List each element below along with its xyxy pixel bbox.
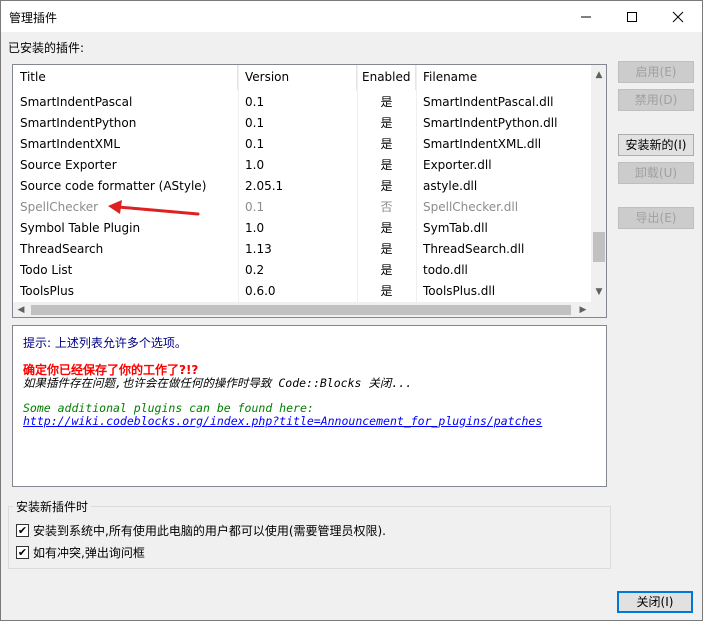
more-plugins-text: Some additional plugins can be found her… <box>23 401 314 415</box>
horizontal-scrollbar[interactable]: ◀ ▶ <box>13 302 591 317</box>
plugin-version: 1.0 <box>245 158 265 172</box>
column-header-version[interactable]: Version <box>238 65 357 90</box>
plugin-filename: SmartIndentPython.dll <box>423 116 558 130</box>
plugin-filename: ThreadSearch.dll <box>423 242 525 256</box>
vertical-scrollbar[interactable]: ▲ ▼ <box>591 65 606 302</box>
table-row[interactable]: Symbol Table Plugin 1.0 是 SymTab.dll <box>13 218 591 239</box>
confirm-conflicts-checkbox[interactable]: ✔ 如有冲突,弹出询问框 <box>16 544 145 560</box>
table-row[interactable]: SmartIndentXML 0.1 是 SmartIndentXML.dll <box>13 134 591 155</box>
install-options-label: 安装新插件时 <box>13 498 92 515</box>
manage-plugins-dialog: 管理插件 已安装的插件: Title Version Enabled Filen… <box>0 0 703 621</box>
install-options-group: 安装新插件时 ✔ 安装到系统中,所有使用此电脑的用户都可以使用(需要管理员权限)… <box>8 498 611 569</box>
list-header: Title Version Enabled Filename <box>13 65 591 90</box>
plugin-enabled: 是 <box>380 137 393 151</box>
plugin-title: ThreadSearch <box>20 242 104 256</box>
plugin-filename: astyle.dll <box>423 179 478 193</box>
plugin-enabled: 是 <box>380 242 393 256</box>
plugin-filename: Exporter.dll <box>423 158 492 172</box>
plugin-enabled: 否 <box>380 200 393 214</box>
scroll-down-icon[interactable]: ▼ <box>591 284 606 300</box>
plugin-enabled: 是 <box>380 263 393 277</box>
system-wide-label: 安装到系统中,所有使用此电脑的用户都可以使用(需要管理员权限). <box>33 523 386 538</box>
installed-plugins-label: 已安装的插件: <box>8 41 85 55</box>
column-header-title[interactable]: Title <box>13 65 238 90</box>
plugin-filename: SmartIndentXML.dll <box>423 137 542 151</box>
plugins-link[interactable]: http://wiki.codeblocks.org/index.php?tit… <box>23 414 542 428</box>
horizontal-scroll-thumb[interactable] <box>31 305 571 315</box>
checkmark-icon[interactable]: ✔ <box>16 545 29 559</box>
uninstall-button[interactable]: 卸载(U) <box>618 162 694 184</box>
title-bar: 管理插件 <box>1 1 702 32</box>
checkmark-icon[interactable]: ✔ <box>16 523 29 537</box>
table-row[interactable]: Source Exporter 1.0 是 Exporter.dll <box>13 155 591 176</box>
confirm-conflicts-label: 如有冲突,弹出询问框 <box>33 545 145 560</box>
info-panel: 提示: 上述列表允许多个选项。 确定你已经保存了你的工作了?!? 如果插件存在问… <box>12 325 607 487</box>
plugin-version: 0.1 <box>245 137 265 151</box>
plugin-version: 0.1 <box>245 116 265 130</box>
plugin-title: Source code formatter (AStyle) <box>20 179 207 193</box>
plugin-enabled: 是 <box>380 116 393 130</box>
plugin-version: 0.1 <box>245 200 265 214</box>
close-button[interactable]: 关闭(I) <box>617 591 693 613</box>
install-new-button[interactable]: 安装新的(I) <box>618 134 694 156</box>
table-row[interactable]: ThreadSearch 1.13 是 ThreadSearch.dll <box>13 239 591 260</box>
minimize-button[interactable] <box>563 1 609 32</box>
plugin-enabled: 是 <box>380 221 393 235</box>
plugin-title: Symbol Table Plugin <box>20 221 141 235</box>
tip-text: 提示: 上述列表允许多个选项。 <box>23 336 187 350</box>
plugin-enabled: 是 <box>380 179 393 193</box>
plugin-title: ToolsPlus <box>20 284 74 298</box>
plugin-version: 0.6.0 <box>245 284 276 298</box>
table-row[interactable]: SmartIndentPascal 0.1 是 SmartIndentPascal.d… <box>13 92 591 113</box>
plugin-version: 0.1 <box>245 95 265 109</box>
table-row[interactable]: SmartIndentPython 0.1 是 SmartIndentPython.d… <box>13 113 591 134</box>
plugin-title: SmartIndentPython <box>20 116 137 130</box>
scroll-left-icon[interactable]: ◀ <box>13 302 29 317</box>
table-row[interactable]: SpellChecker 0.1 否 SpellChecker.dll <box>13 197 591 218</box>
scroll-up-icon[interactable]: ▲ <box>591 67 606 83</box>
plugin-title: Source Exporter <box>20 158 117 172</box>
close-icon <box>672 11 684 22</box>
column-header-enabled[interactable]: Enabled <box>357 65 416 90</box>
plugin-title: Todo List <box>20 263 73 277</box>
maximize-button[interactable] <box>609 1 655 32</box>
plugin-enabled: 是 <box>380 95 393 109</box>
scroll-right-icon[interactable]: ▶ <box>575 302 591 317</box>
table-row[interactable]: Todo List 0.2 是 todo.dll <box>13 260 591 281</box>
window-title: 管理插件 <box>9 11 58 25</box>
close-window-button[interactable] <box>655 1 701 32</box>
plugin-filename: ToolsPlus.dll <box>423 284 496 298</box>
crash-note-text: 如果插件存在问题,也许会在做任何的操作时导致 Code::Blocks 关闭..… <box>23 376 413 390</box>
vertical-scroll-thumb[interactable] <box>593 232 605 262</box>
annotation-arrow-icon <box>108 200 200 216</box>
plugin-filename: SymTab.dll <box>423 221 488 235</box>
plugin-filename: SmartIndentPascal.dll <box>423 95 554 109</box>
export-button[interactable]: 导出(E) <box>618 207 694 229</box>
plugin-title: SmartIndentXML <box>20 137 121 151</box>
plugin-version: 1.0 <box>245 221 265 235</box>
table-row[interactable]: ToolsPlus 0.6.0 是 ToolsPlus.dll <box>13 281 591 302</box>
plugin-version: 2.05.1 <box>245 179 284 193</box>
maximize-icon <box>627 11 637 22</box>
column-header-filename[interactable]: Filename <box>416 65 591 90</box>
plugin-filename: todo.dll <box>423 263 468 277</box>
system-wide-checkbox[interactable]: ✔ 安装到系统中,所有使用此电脑的用户都可以使用(需要管理员权限). <box>16 522 386 538</box>
enable-button[interactable]: 启用(E) <box>618 61 694 83</box>
plugin-filename: SpellChecker.dll <box>423 200 519 214</box>
plugins-list[interactable]: Title Version Enabled Filename SmartInde… <box>12 64 607 318</box>
minimize-icon <box>581 16 591 17</box>
plugin-version: 1.13 <box>245 242 272 256</box>
scrollbar-corner <box>591 302 606 317</box>
plugin-version: 0.2 <box>245 263 265 277</box>
plugin-enabled: 是 <box>380 158 393 172</box>
table-row[interactable]: Source code formatter (AStyle) 2.05.1 是 ast… <box>13 176 591 197</box>
disable-button[interactable]: 禁用(D) <box>618 89 694 111</box>
plugin-title: SmartIndentPascal <box>20 95 133 109</box>
plugin-enabled: 是 <box>380 284 393 298</box>
